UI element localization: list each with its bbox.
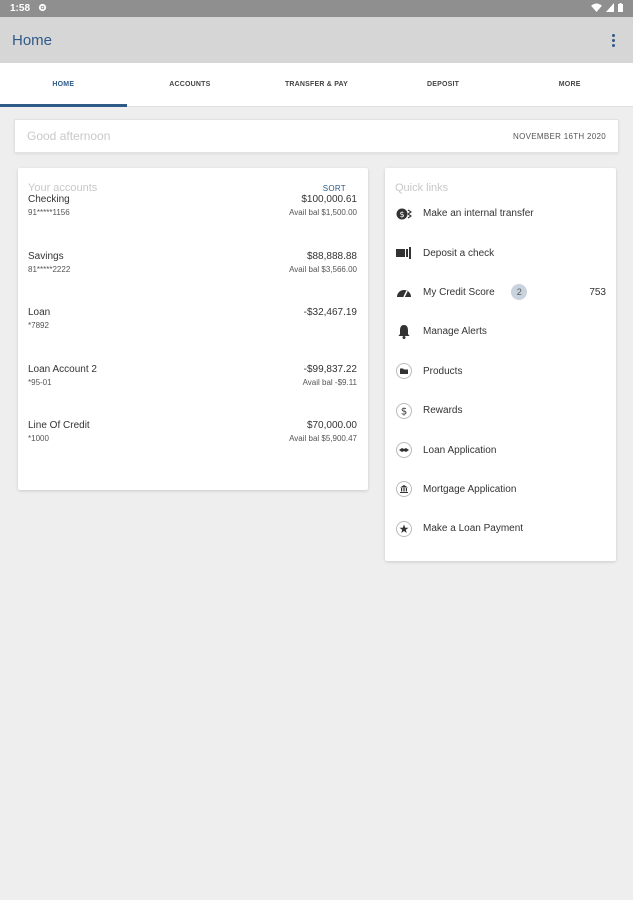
account-name: Loan Account 2 — [28, 363, 97, 375]
account-number: *95-01 — [28, 377, 52, 387]
account-balance: $100,000.61 — [301, 194, 357, 205]
tab-transfer-pay[interactable]: TRANSFER & PAY — [253, 63, 380, 106]
credit-score-badge: 2 — [511, 284, 528, 301]
gauge-icon — [395, 283, 413, 301]
account-number: 81*****2222 — [28, 264, 71, 274]
quick-link-label: Make an internal transfer — [423, 208, 534, 220]
quick-link-label: Make a Loan Payment — [423, 523, 524, 535]
account-available: Avail bal $1,500.00 — [289, 208, 357, 217]
quick-link-label: Mortgage Application — [423, 483, 517, 495]
battery-icon — [618, 2, 623, 15]
sort-button[interactable]: SORT — [323, 184, 346, 193]
dollar-icon: $ — [395, 402, 413, 420]
quick-link-label: Loan Application — [423, 444, 497, 456]
credit-score-value: 753 — [589, 286, 606, 298]
quick-link-label: Manage Alerts — [423, 326, 487, 338]
app-bar: Home — [0, 17, 633, 63]
quick-link-label: My Credit Score — [423, 286, 495, 298]
account-row-loan[interactable]: Loan *7892 -$32,467.19 — [18, 307, 368, 364]
account-number: *7892 — [28, 321, 49, 330]
tab-bar: HOME ACCOUNTS TRANSFER & PAY DEPOSIT MOR… — [0, 63, 633, 107]
accounts-heading: Your accounts — [28, 182, 98, 194]
quick-link-rewards[interactable]: $ Rewards — [385, 391, 616, 430]
quick-link-deposit-check[interactable]: Deposit a check — [385, 233, 616, 272]
account-row-savings[interactable]: Savings 81*****2222 $88,888.88 Avail bal $… — [18, 251, 368, 308]
greeting-date: NOVEMBER 16TH 2020 — [513, 131, 606, 141]
quick-link-label: Deposit a check — [423, 247, 495, 259]
quick-link-manage-alerts[interactable]: Manage Alerts — [385, 312, 616, 351]
quick-link-mortgage-application[interactable]: Mortgage Application — [385, 470, 616, 509]
svg-text:$: $ — [399, 210, 404, 219]
bell-icon — [395, 323, 413, 341]
star-icon — [395, 520, 413, 538]
account-balance: -$32,467.19 — [303, 307, 357, 318]
quick-link-loan-payment[interactable]: Make a Loan Payment — [385, 509, 616, 548]
account-available: Avail bal $5,900.47 — [289, 434, 357, 443]
signal-icon — [606, 2, 614, 15]
settings-gear-icon — [38, 3, 47, 15]
status-time: 1:58 — [10, 3, 31, 14]
account-balance: $70,000.00 — [306, 420, 357, 431]
account-number: 91*****1156 — [28, 208, 70, 217]
greeting-text: Good afternoon — [27, 129, 111, 143]
wifi-icon — [591, 2, 602, 15]
account-name: Loan — [28, 307, 51, 318]
account-row-checking[interactable]: Checking 91*****1156 $100,000.61 Avail bal… — [18, 194, 368, 251]
account-balance: $88,888.88 — [306, 250, 357, 262]
tab-more[interactable]: MORE — [506, 63, 633, 106]
tab-accounts[interactable]: ACCOUNTS — [127, 63, 254, 106]
folder-icon — [395, 362, 413, 380]
account-available: Avail bal -$9.11 — [302, 377, 357, 387]
account-row-loan-account-2[interactable]: Loan Account 2 *95-01 -$99,837.22 Avail ba… — [18, 364, 368, 421]
account-name: Checking — [28, 194, 70, 205]
svg-text:$: $ — [401, 406, 407, 417]
tab-home[interactable]: HOME — [0, 63, 127, 107]
account-available: Avail bal $3,566.00 — [289, 264, 357, 274]
quick-link-label: Products — [423, 365, 463, 377]
account-number: *1000 — [28, 434, 49, 443]
quick-links-heading: Quick links — [395, 182, 449, 194]
tab-deposit[interactable]: DEPOSIT — [380, 63, 507, 106]
status-bar: 1:58 — [0, 0, 633, 17]
account-row-line-of-credit[interactable]: Line Of Credit *1000 $70,000.00 Avail bal … — [18, 420, 368, 477]
quick-link-internal-transfer[interactable]: $ Make an internal transfer — [385, 194, 616, 233]
overflow-menu-icon[interactable] — [605, 30, 621, 50]
quick-link-label: Rewards — [423, 405, 463, 417]
transfer-icon: $ — [395, 205, 413, 223]
quick-link-products[interactable]: Products — [385, 352, 616, 391]
account-name: Savings — [28, 250, 64, 262]
page-title: Home — [12, 31, 53, 49]
quick-link-loan-application[interactable]: Loan Application — [385, 430, 616, 469]
handshake-icon — [395, 441, 413, 459]
greeting-banner: Good afternoon NOVEMBER 16TH 2020 — [14, 119, 619, 153]
quick-links-card: Quick links $ Make an internal transfer … — [385, 168, 616, 561]
quick-link-credit-score[interactable]: My Credit Score 2 753 — [385, 273, 616, 312]
account-balance: -$99,837.22 — [303, 363, 357, 375]
account-name: Line Of Credit — [28, 420, 90, 431]
accounts-card: Your accounts SORT Checking 91*****1156 $… — [18, 168, 368, 490]
bank-icon — [395, 480, 413, 498]
deposit-check-icon — [395, 244, 413, 262]
